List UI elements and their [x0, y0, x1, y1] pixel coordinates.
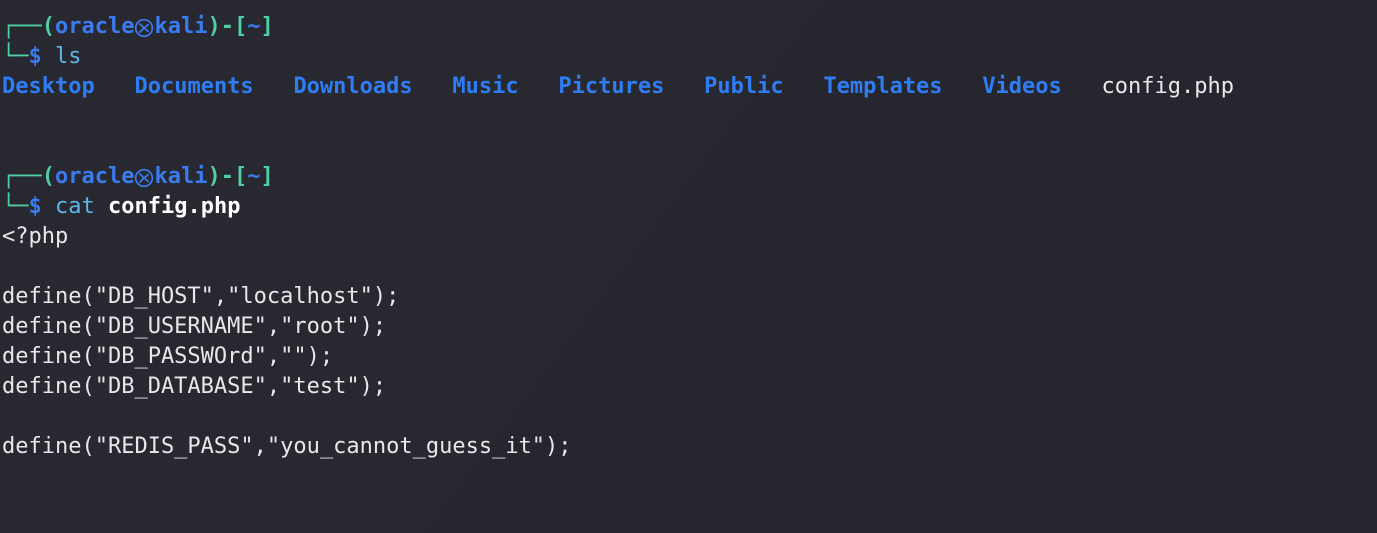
- box-drawing-top-icon: ┌──: [2, 14, 42, 39]
- prompt-line-bottom: └─$ ls: [2, 42, 1375, 72]
- prompt-username: oracle: [55, 14, 135, 39]
- command-text-cat: cat: [55, 194, 95, 219]
- prompt-block-ls: ┌──(oracle kali)-[~] └─$ ls Desktop Docum…: [2, 12, 1375, 102]
- ls-entry-documents[interactable]: Documents: [134, 74, 253, 99]
- box-drawing-bottom-icon-2: └─: [2, 194, 29, 219]
- prompt-line-top-2: ┌──(oracle kali)-[~]: [2, 162, 1375, 192]
- prompt-block-cat: ┌──(oracle kali)-[~] └─$ cat config.php <…: [2, 162, 1375, 462]
- ls-entry-videos[interactable]: Videos: [982, 74, 1061, 99]
- prompt-dash-2: -: [220, 164, 234, 189]
- ls-entry-downloads[interactable]: Downloads: [293, 74, 412, 99]
- file-content-line-8: define("REDIS_PASS","you_cannot_guess_it…: [2, 434, 572, 459]
- file-content-line-1: <?php: [2, 224, 69, 249]
- kali-dragon-icon: [134, 14, 154, 44]
- prompt-close-bracket-2: ]: [260, 164, 274, 189]
- prompt-hostname-2: kali: [154, 164, 208, 189]
- file-content-line-4: define("DB_USERNAME","root");: [2, 314, 387, 339]
- prompt-hostname: kali: [154, 14, 208, 39]
- file-content-line-2: [2, 252, 1375, 282]
- ls-entry-desktop[interactable]: Desktop: [2, 74, 95, 99]
- prompt-cwd-2: ~: [247, 164, 261, 189]
- prompt-dash: -: [220, 14, 234, 39]
- prompt-open-paren-2: (: [41, 164, 55, 189]
- prompt-dollar-symbol-2: $: [28, 194, 42, 219]
- box-drawing-top-icon-2: ┌──: [2, 164, 42, 189]
- prompt-dollar-symbol: $: [28, 44, 42, 69]
- prompt-close-bracket: ]: [260, 14, 274, 39]
- prompt-cwd: ~: [247, 14, 261, 39]
- ls-entry-config-php[interactable]: config.php: [1102, 74, 1234, 99]
- prompt-open-bracket-2: [: [233, 164, 248, 189]
- prompt-line-bottom-2: └─$ cat config.php: [2, 192, 1375, 222]
- file-content-line-6: define("DB_DATABASE","test");: [2, 374, 387, 399]
- prompt-open-paren: (: [41, 14, 55, 39]
- terminal-window[interactable]: ┌──(oracle kali)-[~] └─$ ls Desktop Docum…: [0, 0, 1377, 533]
- prompt-line-top: ┌──(oracle kali)-[~]: [2, 12, 1375, 42]
- prompt-close-paren: ): [207, 14, 221, 39]
- file-content-line-5: define("DB_PASSWOrd","");: [2, 344, 334, 369]
- ls-output-row: Desktop Documents Downloads Music Pictur…: [2, 72, 1375, 102]
- ls-entry-public[interactable]: Public: [704, 74, 783, 99]
- ls-entry-music[interactable]: Music: [452, 74, 518, 99]
- file-content-line-3: define("DB_HOST","localhost");: [2, 284, 400, 309]
- kali-dragon-icon-2: [134, 164, 154, 194]
- ls-entry-pictures[interactable]: Pictures: [558, 74, 664, 99]
- ls-entry-templates[interactable]: Templates: [823, 74, 942, 99]
- box-drawing-bottom-icon: └─: [2, 44, 29, 69]
- file-content-line-7: [2, 402, 1375, 432]
- command-text-ls: ls: [55, 44, 82, 69]
- prompt-username-2: oracle: [55, 164, 135, 189]
- prompt-open-bracket: [: [233, 14, 248, 39]
- prompt-close-paren-2: ): [207, 164, 221, 189]
- terminal-screen: ┌──(oracle kali)-[~] └─$ ls Desktop Docum…: [0, 12, 1377, 462]
- command-arg-config-php: config.php: [108, 194, 241, 219]
